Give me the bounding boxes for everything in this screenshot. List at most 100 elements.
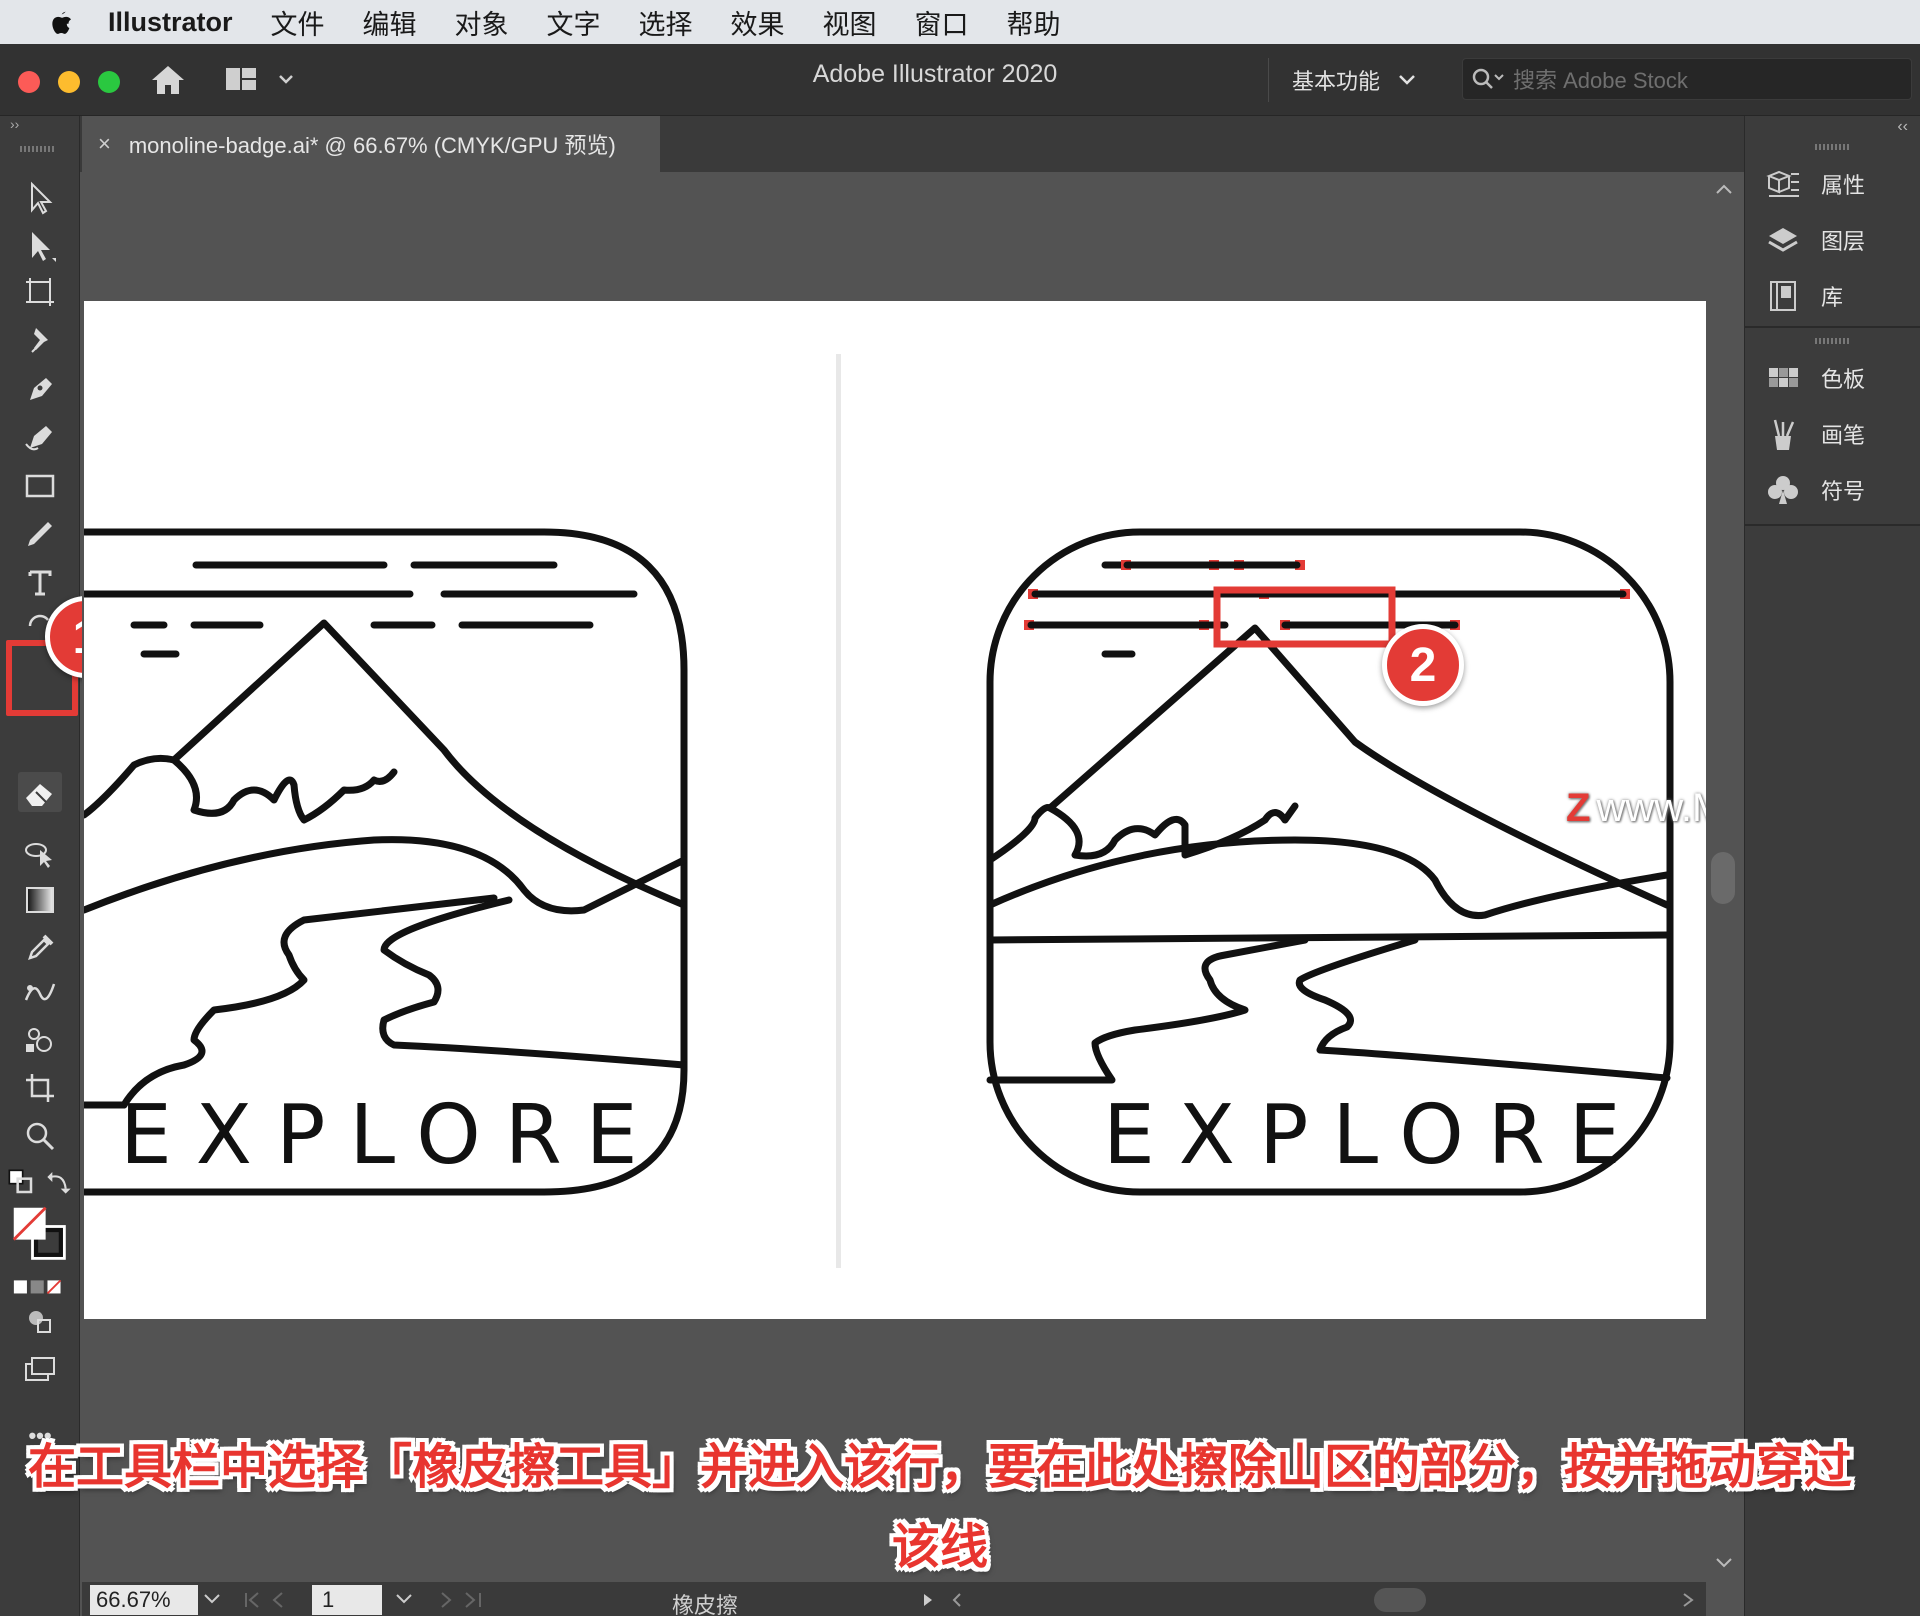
artboard-chevron-down-icon[interactable] bbox=[394, 1592, 414, 1606]
eraser-icon bbox=[26, 784, 52, 806]
search-icon bbox=[1472, 68, 1504, 89]
eyedropper-icon bbox=[28, 934, 54, 960]
toolbar-collapse-button[interactable]: ›› bbox=[0, 116, 80, 140]
dock-collapse-button[interactable]: ‹‹ bbox=[1897, 118, 1908, 136]
layers-icon bbox=[1768, 228, 1798, 252]
type-t-icon bbox=[28, 570, 52, 596]
next-last-artboard-icon[interactable] bbox=[432, 1590, 492, 1610]
eraser-tool[interactable] bbox=[18, 772, 62, 812]
stock-search-input[interactable]: 搜索 Adobe Stock bbox=[1462, 58, 1912, 100]
crop-icon bbox=[26, 1074, 54, 1102]
color-mode-buttons[interactable] bbox=[10, 1266, 70, 1306]
scroll-right-icon[interactable] bbox=[1678, 1590, 1698, 1610]
scroll-up-icon[interactable] bbox=[1714, 182, 1734, 196]
document-tab[interactable]: × monoline-badge.ai* @ 66.67% (CMYK/GPU … bbox=[82, 116, 660, 172]
libraries-panel-button[interactable]: 库 bbox=[1765, 278, 1843, 314]
menu-view[interactable]: 视图 bbox=[823, 3, 877, 42]
menu-window[interactable]: 窗口 bbox=[915, 3, 969, 42]
symbol-sprayer-tool[interactable] bbox=[18, 1020, 62, 1060]
type-tool[interactable] bbox=[18, 562, 62, 602]
eyedropper-tool[interactable] bbox=[18, 926, 62, 966]
blend-tool[interactable] bbox=[18, 972, 62, 1012]
color-gradient-none-icon bbox=[13, 1279, 62, 1295]
draw-mode-icon bbox=[29, 1311, 51, 1333]
selection-tool[interactable] bbox=[18, 178, 62, 218]
menu-object[interactable]: 对象 bbox=[455, 3, 509, 42]
divider bbox=[1268, 58, 1269, 102]
close-tab-button[interactable]: × bbox=[98, 131, 111, 157]
step-badge-2: 2 bbox=[1382, 624, 1464, 706]
symbols-club-icon bbox=[1768, 476, 1798, 504]
explore-text-left: EXPLORE bbox=[120, 1088, 662, 1183]
fill-stroke-icon bbox=[12, 1206, 66, 1260]
gradient-tool[interactable] bbox=[18, 880, 62, 920]
artboard-tool[interactable] bbox=[18, 272, 62, 312]
shape-builder-icon bbox=[25, 843, 52, 868]
pen-icon bbox=[30, 378, 52, 400]
rectangle-icon bbox=[25, 474, 55, 498]
pen-tool[interactable] bbox=[18, 368, 62, 408]
app-title-bar: Adobe Illustrator 2020 基本功能 搜索 Adobe Sto… bbox=[0, 44, 1920, 116]
swatches-label: 色板 bbox=[1821, 367, 1866, 392]
tutorial-caption-line-2: 该线 bbox=[891, 1521, 988, 1574]
crop-tool[interactable] bbox=[18, 1068, 62, 1108]
dock-grip-2[interactable] bbox=[1815, 338, 1851, 344]
vertical-scrollbar[interactable] bbox=[1706, 172, 1744, 1582]
artboard-number-field[interactable]: 1 bbox=[312, 1585, 382, 1615]
zoom-level-field[interactable]: 66.67% bbox=[90, 1585, 198, 1615]
menu-file[interactable]: 文件 bbox=[271, 3, 325, 42]
brushes-panel-button[interactable]: 画笔 bbox=[1765, 416, 1865, 452]
blend-icon bbox=[24, 983, 56, 1001]
default-colors-button[interactable] bbox=[6, 1162, 36, 1202]
swatches-panel-button[interactable]: 色板 bbox=[1765, 360, 1865, 396]
workspace-switcher[interactable]: 基本功能 bbox=[1292, 64, 1416, 96]
artboard-icon bbox=[26, 278, 54, 306]
menu-select[interactable]: 选择 bbox=[639, 3, 693, 42]
zoom-chevron-down-icon[interactable] bbox=[202, 1592, 222, 1606]
tools-panel: ›› ••• bbox=[0, 116, 80, 1616]
watermark-logo: Z bbox=[1566, 786, 1591, 830]
toolbar-grip[interactable] bbox=[20, 146, 56, 152]
explore-text-right: EXPLORE bbox=[1103, 1088, 1645, 1183]
curvature-pen-icon bbox=[25, 426, 52, 451]
drawing-mode-button[interactable] bbox=[18, 1302, 62, 1342]
chevron-down-icon bbox=[1399, 75, 1415, 85]
panel-group-divider bbox=[1745, 326, 1920, 328]
right-panel-dock: ‹‹ 属性 图层 库 色板 画笔 符号 bbox=[1744, 116, 1920, 1616]
curvature-tool[interactable] bbox=[18, 416, 62, 456]
screen-mode-button[interactable] bbox=[18, 1350, 62, 1390]
vertical-scroll-thumb[interactable] bbox=[1711, 852, 1735, 904]
layers-panel-button[interactable]: 图层 bbox=[1765, 222, 1865, 258]
menu-type[interactable]: 文字 bbox=[547, 3, 601, 42]
properties-label: 属性 bbox=[1821, 173, 1866, 198]
puppet-warp-tool[interactable] bbox=[18, 320, 62, 360]
stock-search-placeholder: 搜索 Adobe Stock bbox=[1513, 68, 1688, 93]
status-bar: 66.67% 1 橡皮擦 bbox=[82, 1582, 1706, 1616]
fill-stroke-swatch[interactable] bbox=[8, 1202, 72, 1266]
swap-colors-button[interactable] bbox=[44, 1162, 74, 1202]
first-prev-artboard-icon[interactable] bbox=[242, 1590, 302, 1610]
mac-menubar: Illustrator 文件 编辑 对象 文字 选择 效果 视图 窗口 帮助 bbox=[0, 0, 1920, 44]
properties-icon bbox=[1766, 170, 1799, 197]
status-menu-icon[interactable] bbox=[920, 1590, 980, 1610]
horizontal-scroll-thumb[interactable] bbox=[1374, 1588, 1426, 1612]
menu-app-name[interactable]: Illustrator bbox=[108, 7, 233, 38]
direct-selection-tool[interactable] bbox=[18, 226, 62, 266]
panel-group-divider-2 bbox=[1745, 524, 1920, 526]
symbols-panel-button[interactable]: 符号 bbox=[1765, 472, 1865, 508]
apple-logo-icon[interactable] bbox=[40, 5, 80, 39]
menu-effect[interactable]: 效果 bbox=[731, 3, 785, 42]
rectangle-tool[interactable] bbox=[18, 466, 62, 506]
menu-help[interactable]: 帮助 bbox=[1007, 3, 1061, 42]
zoom-tool[interactable] bbox=[18, 1116, 62, 1156]
pencil-tool[interactable] bbox=[18, 514, 62, 554]
default-fill-stroke-icon bbox=[8, 1169, 33, 1194]
shape-builder-tool[interactable] bbox=[18, 832, 62, 872]
properties-panel-button[interactable]: 属性 bbox=[1765, 166, 1865, 202]
dock-grip[interactable] bbox=[1815, 144, 1851, 150]
current-tool-status: 橡皮擦 bbox=[672, 1593, 739, 1616]
workspace-label: 基本功能 bbox=[1292, 69, 1381, 94]
menu-edit[interactable]: 编辑 bbox=[363, 3, 417, 42]
document-tab-label: monoline-badge.ai* @ 66.67% (CMYK/GPU 预览… bbox=[128, 133, 616, 158]
symbol-sprayer-icon bbox=[26, 1028, 52, 1052]
